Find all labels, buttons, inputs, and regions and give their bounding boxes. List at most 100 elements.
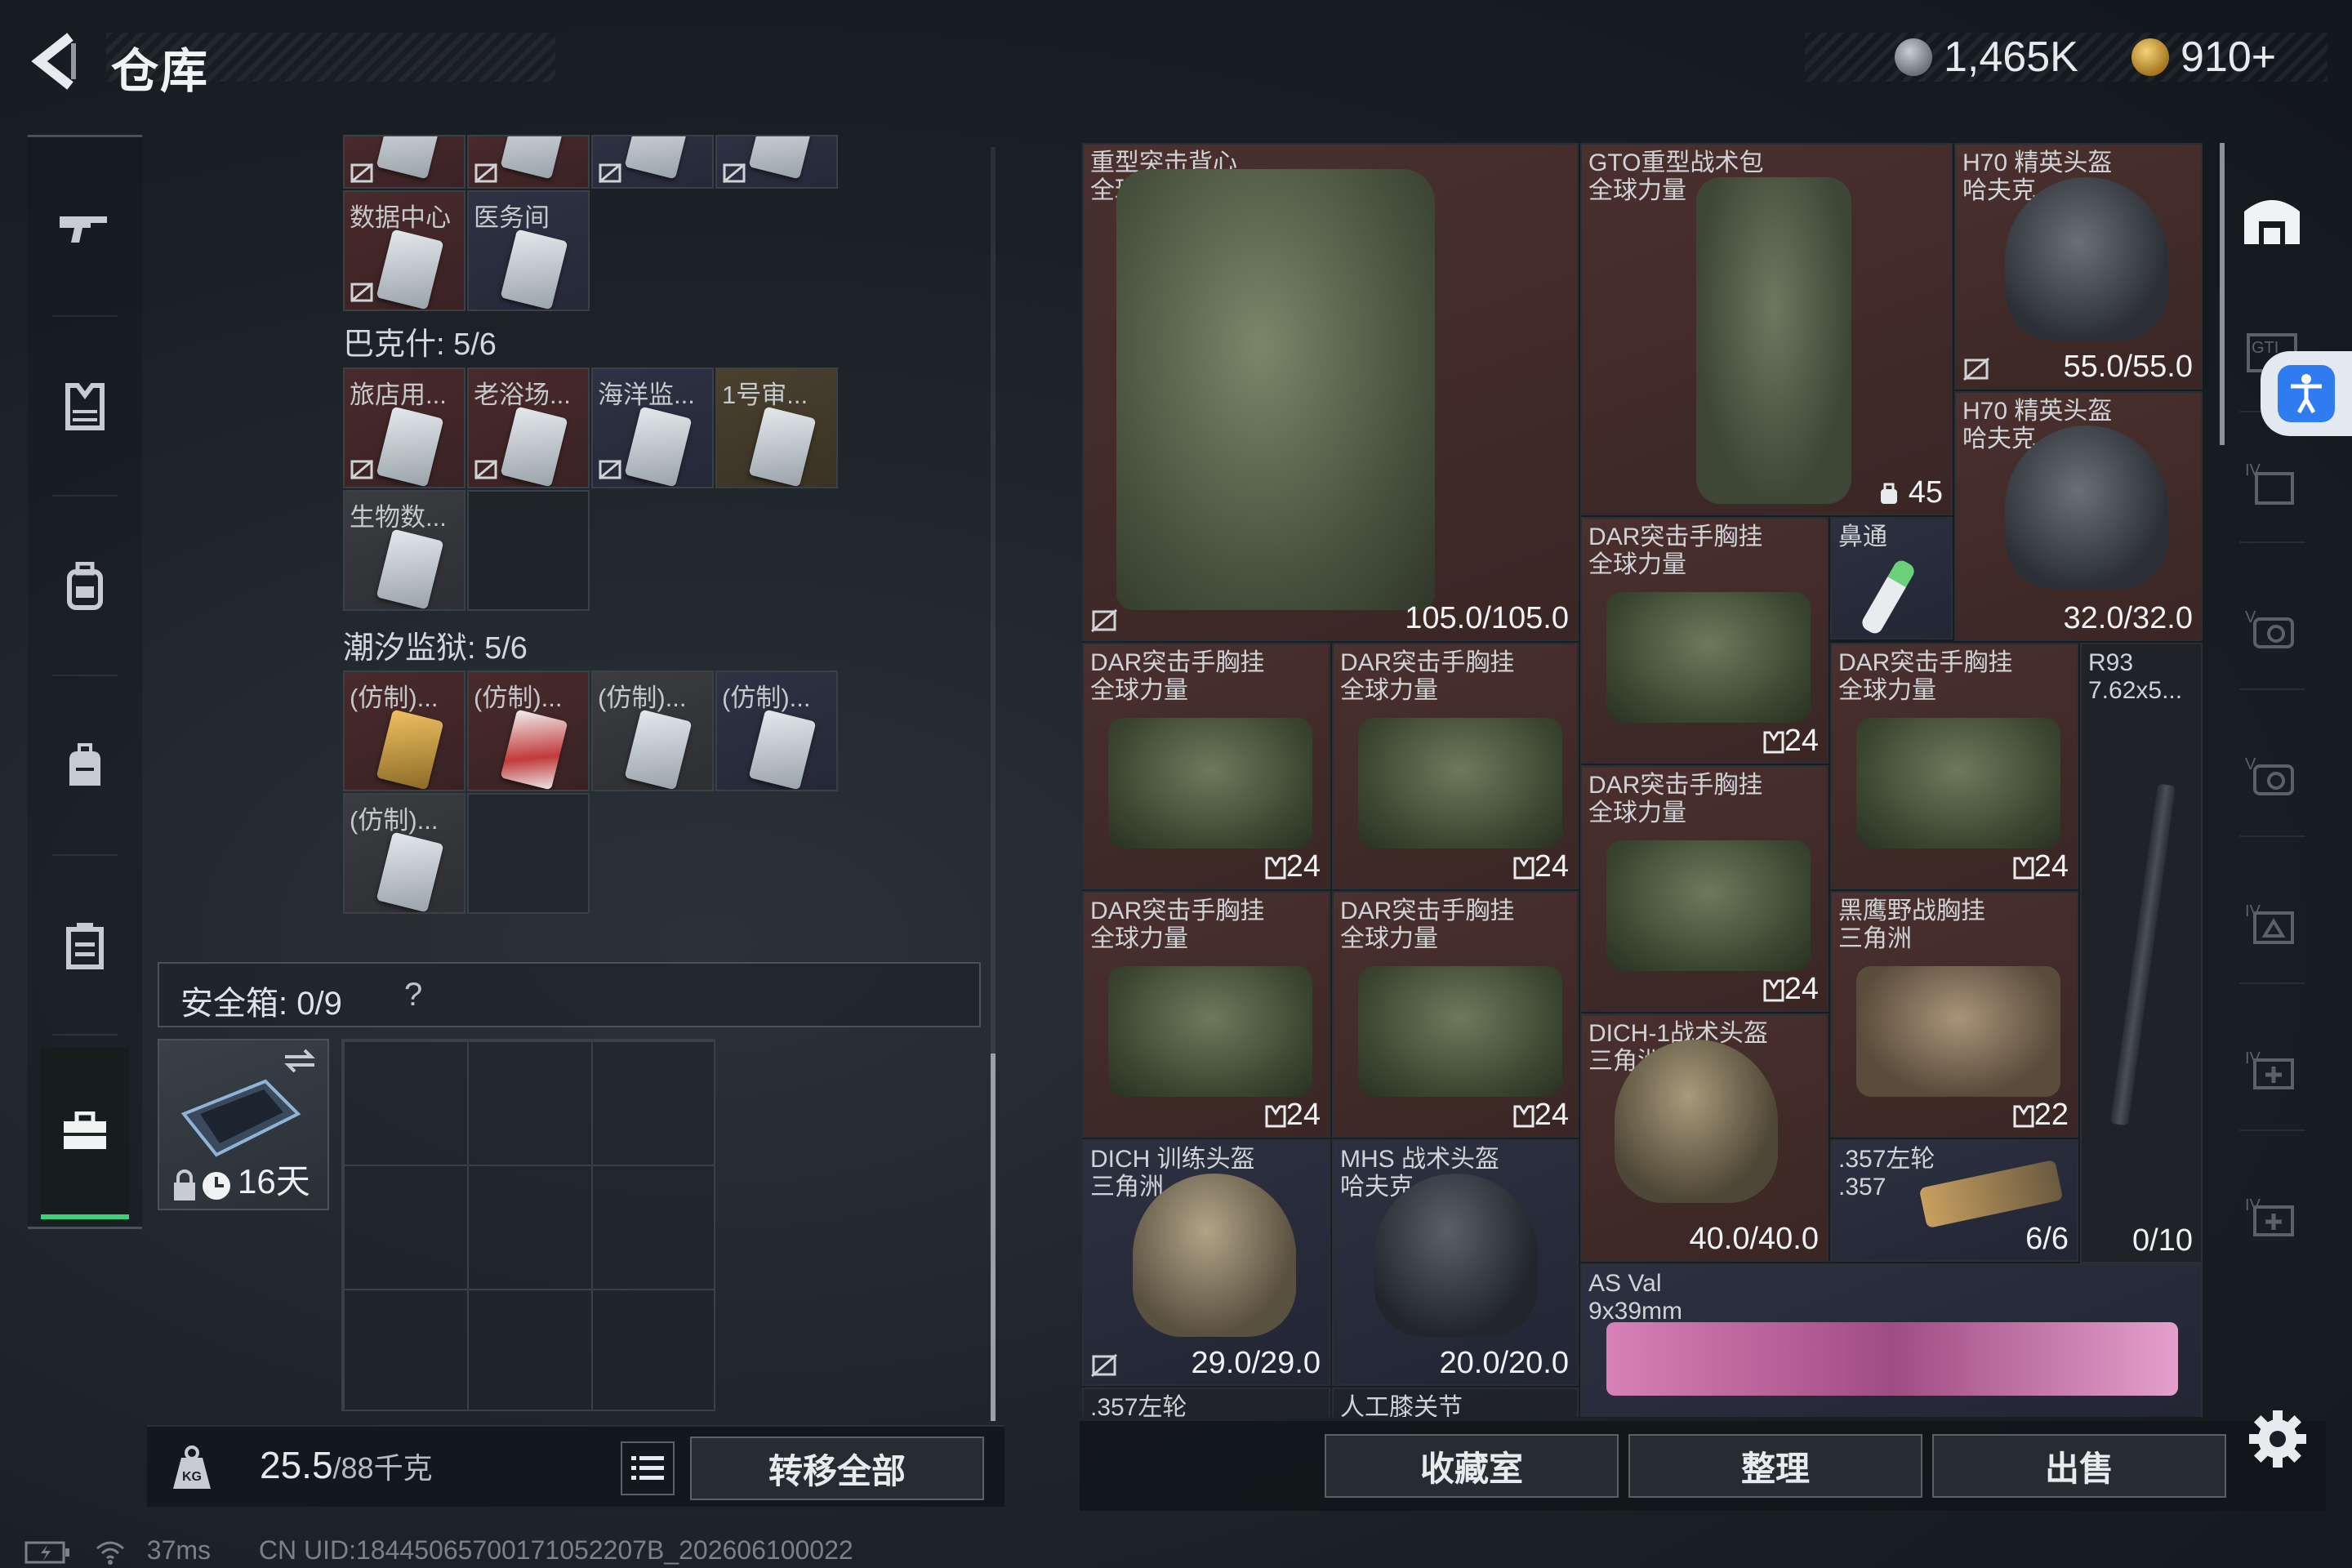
iv-helmet-icon: IV bbox=[2245, 902, 2294, 944]
key-slot-chaoxi-1[interactable]: (仿制)... bbox=[343, 670, 466, 791]
sidebar-item-bag[interactable] bbox=[28, 676, 142, 856]
key-slot-bakeshi-4[interactable]: 1号审... bbox=[715, 368, 838, 488]
rig-image bbox=[1856, 966, 2060, 1097]
iv-bag-icon: IV bbox=[2245, 461, 2294, 505]
item-ammo: 0/10 bbox=[2132, 1223, 2193, 1258]
safe-box-help-icon[interactable]: ? bbox=[404, 977, 422, 1013]
item-name: DAR突击手胸挂 全球力量 bbox=[1090, 649, 1265, 704]
sidebar-item-backpack[interactable] bbox=[28, 497, 142, 676]
accessibility-button[interactable] bbox=[2261, 351, 2352, 436]
stash-item-helmet-mhs[interactable]: MHS 战术头盔 哈夫克 20.0/20.0 bbox=[1332, 1139, 1579, 1386]
stash-item-helmet-dich-training[interactable]: DICH 训练头盔 三角洲 29.0/29.0 bbox=[1082, 1139, 1330, 1386]
filter-iv-helmet[interactable]: IV bbox=[2215, 862, 2329, 984]
key-slot-data-center[interactable]: 数据中心 bbox=[343, 190, 466, 311]
key-slot-chaoxi-2[interactable]: (仿制)... bbox=[467, 670, 590, 791]
stash-item-knee-joint[interactable]: 人工膝关节 bbox=[1332, 1388, 1579, 1417]
iv-medkit-icon: IV bbox=[2245, 1049, 2294, 1089]
key-label: 数据中心 bbox=[350, 203, 451, 232]
stash-item-revolver-357[interactable]: .357左轮 .357 6/6 bbox=[1830, 1139, 2078, 1262]
filter-iv-medkit2[interactable]: IV bbox=[2215, 1156, 2329, 1278]
stash-item-rig-f[interactable]: DAR突击手胸挂 全球力量 24 bbox=[1082, 891, 1330, 1138]
filter-iv-medkit[interactable]: IV bbox=[2215, 1009, 2329, 1131]
key-slot-chaoxi-5[interactable]: (仿制)... bbox=[343, 793, 466, 914]
warehouse-icon bbox=[2244, 200, 2300, 244]
key-slot-bakeshi-2[interactable]: 老浴场... bbox=[467, 368, 590, 488]
rig-image bbox=[1358, 718, 1562, 849]
rig-image bbox=[1856, 718, 2060, 849]
key-slot-medical[interactable]: 医务间 bbox=[467, 190, 590, 311]
currency-silver[interactable]: 1,465K bbox=[1895, 33, 2078, 82]
settings-button[interactable] bbox=[2247, 1409, 2308, 1469]
toolbox-icon bbox=[64, 1111, 106, 1149]
stash-item-rig-g[interactable]: DAR突击手胸挂 全球力量 24 bbox=[1332, 891, 1579, 1138]
item-name: DAR突击手胸挂 全球力量 bbox=[1838, 649, 2013, 704]
stash-item-helmet-dich1[interactable]: DICH-1战术头盔 三角洲 40.0/40.0 bbox=[1580, 1013, 1829, 1262]
no-trade-icon bbox=[1963, 357, 1989, 381]
stash-item-helmet-h70-1[interactable]: H70 精英头盔 哈夫克 55.0/55.0 bbox=[1954, 143, 2203, 390]
stash-item-rig-a[interactable]: DAR突击手胸挂 全球力量 24 bbox=[1580, 517, 1829, 764]
key-slot-bakeshi-1[interactable]: 旅店用... bbox=[343, 368, 466, 488]
currency-silver-value: 1,465K bbox=[1944, 33, 2078, 81]
item-name: DAR突击手胸挂 全球力量 bbox=[1340, 649, 1515, 704]
stash-item-nasal-spray[interactable]: 鼻通 bbox=[1830, 517, 1953, 639]
stash-item-vest[interactable]: 重型突击背心全球力量 105.0/105.0 bbox=[1082, 143, 1579, 641]
safe-box-label: 安全箱: 0/9 bbox=[180, 986, 342, 1022]
stash-item-helmet-h70-2[interactable]: H70 精英头盔 哈夫克 32.0/32.0 bbox=[1954, 391, 2203, 641]
key-slot-top-3[interactable] bbox=[591, 135, 714, 189]
safe-box-grid[interactable] bbox=[341, 1039, 715, 1411]
stash-item-revolver-357b[interactable]: .357左轮 bbox=[1082, 1388, 1330, 1417]
rig-capacity-icon bbox=[2013, 1105, 2034, 1128]
safe-case-item[interactable]: 16天 bbox=[158, 1039, 329, 1210]
sell-button[interactable]: 出售 bbox=[1932, 1434, 2226, 1498]
stash-item-rig-heiying[interactable]: 黑鹰野战胸挂 三角洲 22 bbox=[1830, 891, 2078, 1138]
filter-v-rig2[interactable]: V bbox=[2215, 715, 2329, 837]
stash-item-rig-e[interactable]: DAR突击手胸挂 全球力量 24 bbox=[1580, 765, 1829, 1012]
stash-item-backpack[interactable]: GTO重型战术包 全球力量 45 bbox=[1580, 143, 1953, 515]
list-view-button[interactable] bbox=[621, 1441, 675, 1495]
stash-item-rig-c[interactable]: DAR突击手胸挂 全球力量 24 bbox=[1332, 643, 1579, 889]
key-slot-chaoxi-4[interactable]: (仿制)... bbox=[715, 670, 838, 791]
stash-item-r93[interactable]: R93 7.62x5... 0/10 bbox=[2080, 643, 2203, 1263]
item-durability: 20.0/20.0 bbox=[1439, 1346, 1569, 1380]
r93-rifle-image bbox=[2109, 783, 2176, 1126]
empty-slot[interactable] bbox=[467, 490, 590, 611]
collection-room-button[interactable]: 收藏室 bbox=[1325, 1434, 1619, 1498]
no-trade-icon bbox=[474, 459, 497, 480]
filter-v-rig[interactable]: V bbox=[2215, 568, 2329, 690]
sidebar-item-weapons[interactable] bbox=[28, 137, 142, 317]
stash-item-rig-d[interactable]: DAR突击手胸挂 全球力量 24 bbox=[1830, 643, 2078, 889]
transfer-all-button[interactable]: 转移全部 bbox=[690, 1437, 984, 1500]
no-trade-icon bbox=[474, 163, 497, 184]
lock-icon bbox=[174, 1169, 195, 1200]
stash-item-as-val[interactable]: AS Val 9x39mm bbox=[1580, 1263, 2203, 1417]
rig-capacity-icon bbox=[1265, 857, 1286, 880]
no-trade-icon bbox=[350, 459, 373, 480]
vest-image bbox=[1116, 169, 1435, 610]
case-days-remaining: 16天 bbox=[238, 1162, 310, 1200]
stash-item-rig-b[interactable]: DAR突击手胸挂 全球力量 24 bbox=[1082, 643, 1330, 889]
key-slot-top-2[interactable] bbox=[467, 135, 590, 189]
back-button[interactable] bbox=[24, 29, 90, 94]
sidebar-item-armor[interactable] bbox=[28, 317, 142, 497]
filter-iv-bag[interactable]: IV bbox=[2215, 421, 2329, 543]
sidebar-item-toolbox[interactable] bbox=[41, 1048, 129, 1219]
rifle-icon bbox=[60, 216, 107, 243]
container-scrollbar[interactable] bbox=[991, 147, 996, 1421]
key-slot-bakeshi-5[interactable]: 生物数... bbox=[343, 490, 466, 611]
key-slot-bakeshi-3[interactable]: 海洋监... bbox=[591, 368, 714, 488]
empty-slot[interactable] bbox=[467, 793, 590, 914]
swap-icon[interactable] bbox=[282, 1049, 318, 1073]
safe-box-bar: 安全箱: 0/9 ? bbox=[158, 962, 981, 1027]
key-slot-chaoxi-3[interactable]: (仿制)... bbox=[591, 670, 714, 791]
top-bar: 仓库 1,465K 910+ bbox=[0, 0, 2352, 122]
item-capacity: 24 bbox=[1513, 849, 1569, 884]
helmet-image bbox=[1615, 1040, 1778, 1203]
currency-gold[interactable]: 910+ bbox=[2132, 33, 2276, 82]
key-slot-top-1[interactable] bbox=[343, 135, 466, 189]
backpack-image bbox=[1696, 177, 1851, 504]
sidebar-item-container[interactable] bbox=[28, 856, 142, 1036]
vest-icon bbox=[65, 383, 105, 430]
key-slot-top-4[interactable] bbox=[715, 135, 838, 189]
organize-button[interactable]: 整理 bbox=[1628, 1434, 1922, 1498]
filter-all[interactable] bbox=[2215, 159, 2329, 282]
